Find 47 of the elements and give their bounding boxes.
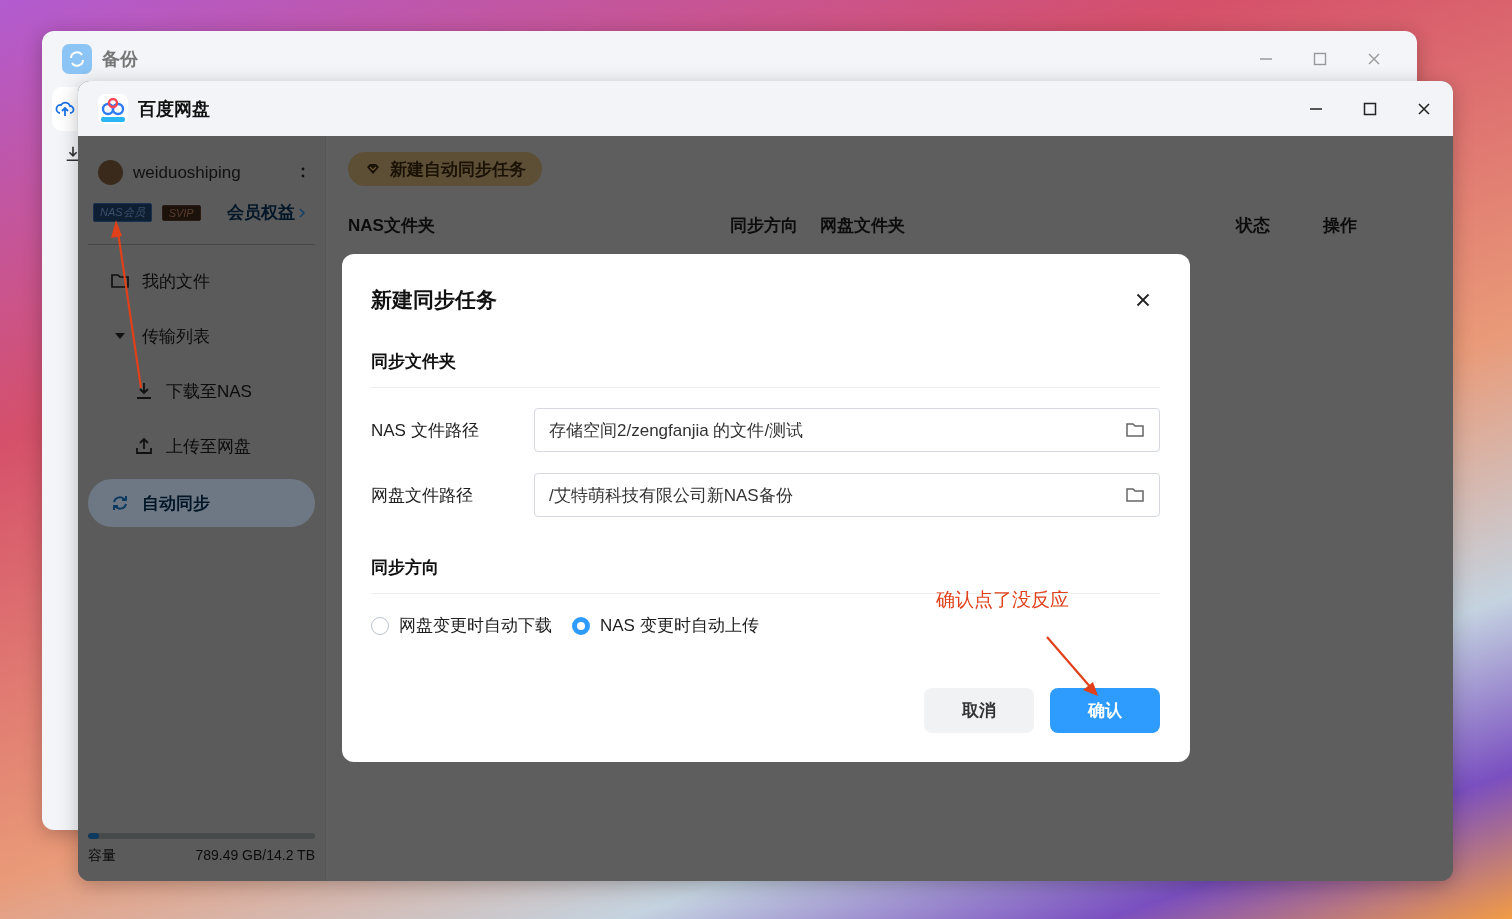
dialog-title: 新建同步任务 <box>371 287 497 313</box>
folder-icon <box>110 271 130 291</box>
user-name: weiduoshiping <box>133 162 241 183</box>
cancel-button[interactable]: 取消 <box>924 688 1034 733</box>
new-task-button[interactable]: 新建自动同步任务 <box>348 152 542 186</box>
column-header: NAS文件夹 <box>348 215 436 237</box>
maximize-icon[interactable] <box>1363 101 1377 116</box>
cloud-upload-icon <box>55 99 75 119</box>
radio-option[interactable]: 网盘变更时自动下载 <box>371 614 552 637</box>
path-field[interactable]: /艾特萌科技有限公司新NAS备份 <box>534 473 1160 517</box>
sidebar-item[interactable]: 我的文件 <box>88 259 315 303</box>
column-header: 网盘文件夹 <box>820 215 906 237</box>
close-icon[interactable] <box>1417 101 1431 116</box>
section-heading: 同步方向 <box>371 557 440 579</box>
column-header: 同步方向 <box>730 215 799 237</box>
benefits-link[interactable]: 会员权益 <box>226 201 305 224</box>
close-icon[interactable] <box>1136 293 1150 307</box>
section-heading: 同步文件夹 <box>371 351 457 373</box>
field-label: 网盘文件路径 <box>371 484 474 507</box>
sidebar-item[interactable]: 自动同步 <box>88 479 315 527</box>
member-badge: SVIP <box>161 204 201 221</box>
window-title: 备份 <box>102 48 138 71</box>
download-icon <box>134 381 154 401</box>
column-header: 操作 <box>1323 215 1358 237</box>
confirm-button[interactable]: 确认 <box>1050 688 1160 733</box>
folder-icon[interactable] <box>1125 420 1145 440</box>
sync-icon <box>110 493 130 513</box>
path-field[interactable]: 存储空间2/zengfanjia 的文件/测试 <box>534 408 1160 452</box>
upload-icon <box>134 436 154 456</box>
window-title: 百度网盘 <box>138 97 210 121</box>
storage-usage: 789.49 GB/14.2 TB <box>195 847 315 865</box>
avatar <box>98 160 123 185</box>
sidebar-item[interactable]: 下载至NAS <box>88 369 315 413</box>
sidebar-item[interactable]: 传输列表 <box>88 314 315 358</box>
sidebar-item[interactable]: 上传至网盘 <box>88 424 315 468</box>
chevron-icon <box>298 207 305 218</box>
folder-icon[interactable] <box>1125 485 1145 505</box>
column-header: 状态 <box>1236 215 1271 237</box>
caret-icon[interactable] <box>115 333 125 339</box>
upload-tab[interactable] <box>52 87 77 131</box>
annotation-text: 确认点了没反应 <box>936 588 1069 612</box>
sync-icon <box>62 44 92 74</box>
diamond-icon <box>366 163 380 175</box>
cloud-logo-icon <box>98 93 128 124</box>
radio-option[interactable]: NAS 变更时自动上传 <box>572 614 759 637</box>
storage-label: 容量 <box>88 847 116 865</box>
field-label: NAS 文件路径 <box>371 419 480 442</box>
